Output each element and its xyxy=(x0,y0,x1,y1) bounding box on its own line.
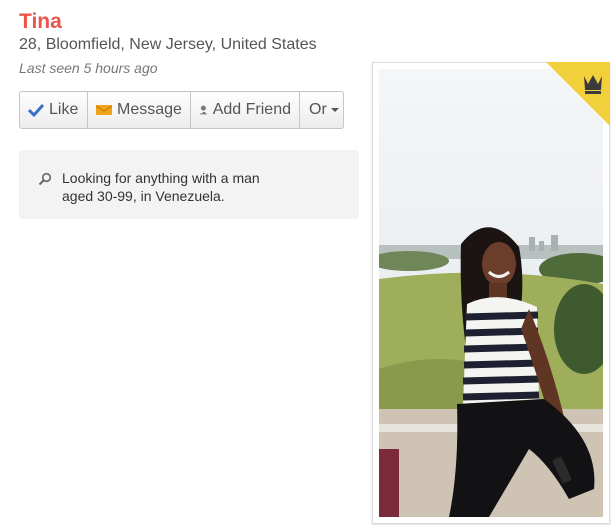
add-friend-label: Add Friend xyxy=(212,101,291,118)
more-label: Or xyxy=(309,101,327,118)
profile-name: Tina xyxy=(19,10,62,33)
add-friend-button[interactable]: Add Friend xyxy=(191,92,300,128)
message-label: Message xyxy=(117,101,182,118)
profile-location: 28, Bloomfield, New Jersey, United State… xyxy=(19,36,317,53)
checkmark-icon xyxy=(28,103,44,117)
search-icon xyxy=(38,172,52,186)
like-label: Like xyxy=(49,101,79,118)
profile-photo-frame[interactable] xyxy=(372,62,610,524)
last-seen: Last seen 5 hours ago xyxy=(19,60,158,76)
action-button-group: Like Message Add Friend Or xyxy=(19,91,344,129)
more-dropdown[interactable]: Or xyxy=(300,92,343,128)
crown-badge xyxy=(546,62,610,126)
envelope-icon xyxy=(96,105,112,115)
looking-for-text: Looking for anything with a man aged 30-… xyxy=(62,170,260,204)
profile-photo[interactable] xyxy=(379,69,603,517)
add-person-icon xyxy=(199,105,208,115)
message-button[interactable]: Message xyxy=(88,92,191,128)
chevron-down-icon xyxy=(330,108,339,112)
looking-for-box: Looking for anything with a man aged 30-… xyxy=(19,150,359,219)
like-button[interactable]: Like xyxy=(20,92,88,128)
